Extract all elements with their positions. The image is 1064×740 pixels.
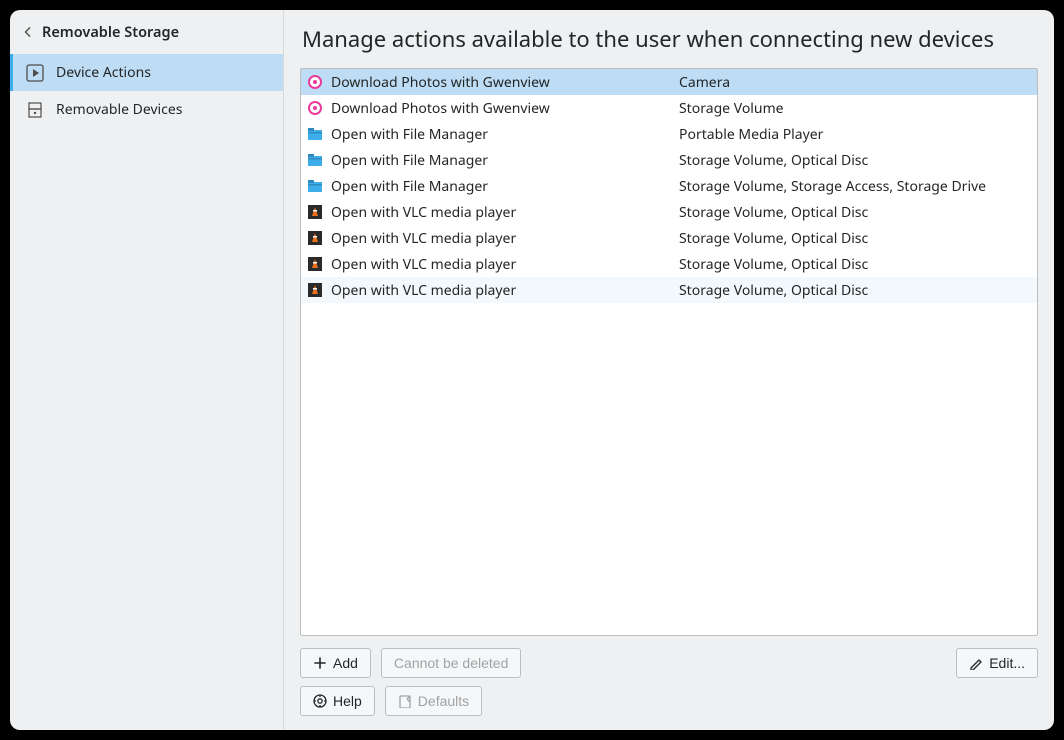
actions-table: Download Photos with GwenviewCameraDownl…: [300, 68, 1038, 636]
row-devices: Storage Volume: [679, 99, 784, 118]
breadcrumb[interactable]: Removable Storage: [10, 14, 283, 52]
row-action: Open with File Manager: [331, 151, 671, 170]
row-devices: Storage Volume, Optical Disc: [679, 151, 868, 170]
vlc-icon: [307, 230, 323, 246]
sidebar-item-label: Removable Devices: [56, 100, 183, 119]
table-row[interactable]: Download Photos with Gwenview Storage Vol…: [301, 95, 1037, 121]
sidebar-list: Device Actions Removable Devices: [10, 52, 283, 128]
add-button-label: Add: [333, 655, 358, 671]
row-action: Open with VLC media player: [331, 203, 671, 222]
table-row[interactable]: Open with File Manager Storage Volume, St…: [301, 173, 1037, 199]
plus-icon: [313, 656, 327, 670]
help-icon: [313, 694, 327, 708]
chevron-left-icon: [22, 26, 34, 38]
vlc-icon: [307, 256, 323, 272]
row-action: Open with File Manager: [331, 177, 671, 196]
button-bar-2: Help Defaults: [300, 686, 1038, 716]
edit-button-label: Edit...: [989, 655, 1025, 671]
gwenview-icon: [307, 100, 323, 116]
table-row[interactable]: Open with VLC media player Storage Volume…: [301, 251, 1037, 277]
row-action: Open with File Manager: [331, 125, 671, 144]
defaults-button-label: Defaults: [418, 693, 469, 709]
defaults-button: Defaults: [385, 686, 482, 716]
play-icon: [26, 64, 44, 82]
row-devices: Storage Volume, Optical Disc: [679, 255, 868, 274]
row-devices: Portable Media Player: [679, 125, 823, 144]
folder-icon: [307, 126, 323, 142]
row-devices: Storage Volume, Optical Disc: [679, 229, 868, 248]
main: Manage actions available to the user whe…: [284, 10, 1054, 730]
row-action: Open with VLC media player: [331, 281, 671, 300]
folder-icon: [307, 178, 323, 194]
sidebar-item-device-actions[interactable]: Device Actions: [10, 54, 283, 91]
row-action: Open with VLC media player: [331, 229, 671, 248]
folder-icon: [307, 152, 323, 168]
table-row[interactable]: Open with File Manager Storage Volume, Op…: [301, 147, 1037, 173]
breadcrumb-label: Removable Storage: [42, 22, 179, 42]
row-devices: Storage Volume, Storage Access, Storage …: [679, 177, 986, 196]
help-button-label: Help: [333, 693, 362, 709]
edit-button[interactable]: Edit...: [956, 648, 1038, 678]
defaults-icon: [398, 694, 412, 708]
sidebar-item-label: Device Actions: [56, 63, 151, 82]
window: Removable Storage Device Actions Removabl…: [10, 10, 1054, 730]
table-row[interactable]: Open with VLC media player Storage Volume…: [301, 277, 1037, 303]
button-bar-1: Add Cannot be deleted Edit...: [300, 648, 1038, 678]
sidebar-item-removable-devices[interactable]: Removable Devices: [10, 91, 283, 128]
vlc-icon: [307, 282, 323, 298]
table-row[interactable]: Download Photos with Gwenview Camera: [301, 69, 1037, 95]
delete-button-label: Cannot be deleted: [394, 655, 508, 671]
row-action: Download Photos with Gwenview: [331, 99, 671, 118]
row-action: Download Photos with Gwenview: [331, 73, 671, 92]
page-title: Manage actions available to the user whe…: [302, 24, 1038, 54]
help-button[interactable]: Help: [300, 686, 375, 716]
table-row[interactable]: Open with File Manager Portable Media Pla…: [301, 121, 1037, 147]
drive-icon: [26, 101, 44, 119]
row-devices: Camera: [679, 73, 730, 92]
vlc-icon: [307, 204, 323, 220]
row-action: Open with VLC media player: [331, 255, 671, 274]
row-devices: Storage Volume, Optical Disc: [679, 281, 868, 300]
delete-button: Cannot be deleted: [381, 648, 521, 678]
gwenview-icon: [307, 74, 323, 90]
sidebar: Removable Storage Device Actions Removabl…: [10, 10, 284, 730]
add-button[interactable]: Add: [300, 648, 371, 678]
pencil-icon: [969, 656, 983, 670]
table-row[interactable]: Open with VLC media player Storage Volume…: [301, 199, 1037, 225]
row-devices: Storage Volume, Optical Disc: [679, 203, 868, 222]
table-row[interactable]: Open with VLC media player Storage Volume…: [301, 225, 1037, 251]
